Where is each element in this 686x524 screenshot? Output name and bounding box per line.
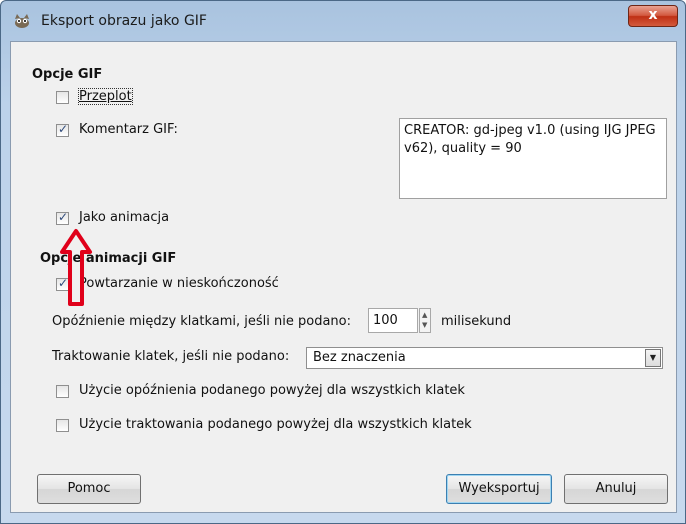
delay-input[interactable]: 100 [368,308,418,333]
cancel-button[interactable]: Anuluj [564,474,668,504]
interlace-label: Przeplot [78,88,133,105]
loop-label: Powtarzanie w nieskończoność [79,276,279,291]
gif-options-heading: Opcje GIF [32,67,103,82]
chevron-down-icon[interactable]: ▼ [645,349,661,367]
close-button[interactable]: x [628,5,678,27]
interlace-checkbox[interactable] [56,91,69,104]
delay-stepper[interactable]: ▲ ▼ [419,308,431,333]
title-bar[interactable]: Eksport obrazu jako GIF x [1,1,685,41]
spin-up-icon[interactable]: ▲ [422,312,427,319]
use-disposal-all-checkbox[interactable] [56,419,69,432]
use-disposal-all-label: Użycie traktowania podanego powyżej dla … [79,417,472,432]
disposal-label: Traktowanie klatek, jeśli nie podano: [52,349,290,364]
dialog-window: Eksport obrazu jako GIF x Opcje GIF Prze… [0,0,686,524]
dialog-content: Opcje GIF Przeplot Komentarz GIF: CREATO… [10,41,677,513]
comment-textarea[interactable]: CREATOR: gd-jpeg v1.0 (using IJG JPEG v6… [399,118,667,199]
export-button[interactable]: Wyeksportuj [446,474,552,504]
gimp-icon [15,14,29,28]
delay-unit: milisekund [441,314,512,329]
annotation-arrow-icon [60,229,92,306]
window-title: Eksport obrazu jako GIF [41,13,207,29]
help-button[interactable]: Pomoc [37,474,141,504]
use-delay-all-checkbox[interactable] [56,385,69,398]
as-animation-checkbox[interactable] [56,210,69,225]
comment-checkbox[interactable] [56,122,69,137]
disposal-select[interactable]: Bez znaczenia ▼ [306,347,663,369]
delay-label: Opóźnienie między klatkami, jeśli nie po… [52,314,351,329]
use-delay-all-label: Użycie opóźnienia podanego powyżej dla w… [79,383,465,398]
comment-label: Komentarz GIF: [79,122,178,137]
disposal-selected-value: Bez znaczenia [313,350,406,365]
as-animation-label: Jako animacja [79,210,170,225]
spin-down-icon[interactable]: ▼ [422,322,427,329]
